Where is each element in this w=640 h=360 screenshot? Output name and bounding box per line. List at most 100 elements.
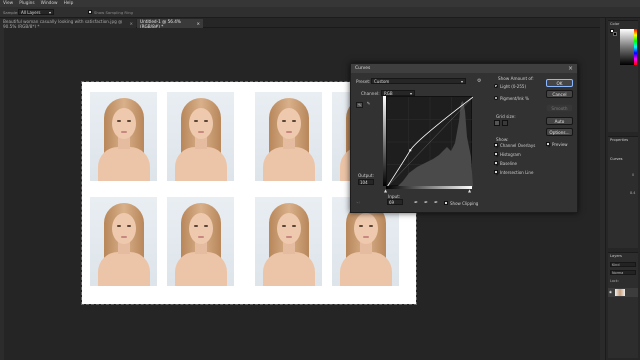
output-label: Output: [358,173,374,178]
histogram-label: Histogram [500,151,521,157]
light-option-label: Light (0-255) [500,83,526,89]
property-stat: 0 [632,173,635,177]
document-tabs: Beautiful woman casually looking with sa… [0,18,604,29]
layer-thumbnail [615,289,625,296]
baseline-label: Baseline [500,160,517,166]
close-icon[interactable]: × [568,64,573,73]
light-option[interactable]: Light (0-255) [494,83,526,89]
property-stat: 8.4 [630,191,636,195]
channel-overlays-label: Channel Overlays [500,142,536,148]
portrait-photo [255,197,322,286]
cancel-button[interactable]: Cancel [546,90,573,98]
show-ring-label: Show Sampling Ring [94,10,133,15]
tab-layers[interactable]: Layers [608,253,638,259]
curves-graph[interactable] [386,96,474,188]
layer-kind-filter[interactable]: Kind [610,262,636,267]
histogram-checkbox[interactable] [494,152,498,156]
close-icon[interactable]: × [196,21,200,26]
tab-color[interactable]: Color [608,21,638,27]
grid-small-icon[interactable] [494,120,500,126]
menu-window[interactable]: Window [41,1,58,6]
ok-button[interactable]: OK [546,79,573,87]
auto-button[interactable]: Auto [546,117,573,125]
intersection-line-label: Intersection Line [500,169,534,175]
tab-label: Untitled-1 @ 56.4% (RGB/8#) * [140,18,181,29]
black-eyedropper-icon[interactable]: ✒ [414,200,418,206]
portrait-photo [167,197,234,286]
white-eyedropper-icon[interactable]: ✒ [434,200,438,206]
preview-checkbox[interactable] [546,142,550,146]
curve-control-point [409,149,412,152]
curves-property-label: Curves [610,157,623,161]
menu-bar: View Plugins Window Help [0,0,640,7]
on-image-adjust-icon[interactable]: ☜ [356,201,364,207]
sample-label: Sample: [3,10,19,15]
preview-label: Preview [552,141,568,147]
curves-dialog: Curves × Preset: Custom ▾ ⚙ Channel: RGB ▾… [350,63,578,213]
input-gradient-bar [386,186,472,189]
portrait-photo [255,92,322,181]
show-amount-label: Show Amount of: [498,76,534,81]
layers-panel: Layers Kind Norma Lock: ◉ [608,252,638,358]
show-option-baseline[interactable]: Baseline [494,160,517,166]
baseline-checkbox[interactable] [494,161,498,165]
channel-label: Channel: [361,91,380,96]
tab-properties[interactable]: Properties [608,137,638,143]
close-icon[interactable]: × [129,21,133,26]
chevron-down-icon: ▾ [409,90,412,96]
show-option-channel-overlays[interactable]: Channel Overlays [494,142,535,148]
tab-untitled-1[interactable]: Untitled-1 @ 56.4% (RGB/8#) * × [137,18,203,29]
dialog-title: Curves [355,66,371,71]
chevron-down-icon: ▾ [48,9,51,15]
show-clipping-checkbox[interactable] [444,201,448,205]
right-panel-dock: Color Properties Curves 0 8.4 Layers Kin… [600,18,640,360]
options-bar: Sample: All Layers ▾ Show Sampling Ring [0,7,640,18]
channel-overlays-checkbox[interactable] [494,143,498,147]
color-panel: Color [608,20,638,132]
options-button[interactable]: Options... [546,128,573,136]
eye-icon[interactable]: ◉ [609,290,613,294]
portrait-photo [90,92,157,181]
portrait-photo [167,92,234,181]
show-clipping-label: Show Clipping [450,200,479,206]
hue-slider[interactable] [634,29,637,65]
menu-plugins[interactable]: Plugins [19,1,34,6]
grid-large-icon[interactable] [502,120,508,126]
menu-view[interactable]: View [3,1,13,6]
grid-size-label: Grid size: [496,114,516,119]
white-point-slider[interactable]: ▲ [468,188,471,193]
pigment-radio[interactable] [494,96,498,100]
sample-value: All Layers [21,9,41,15]
blend-mode-dropdown[interactable]: Norma [610,270,636,275]
intersection-line-checkbox[interactable] [494,170,498,174]
curve-point-tool-icon[interactable]: ∿ [356,102,363,108]
background-swatch[interactable] [613,32,617,36]
menu-help[interactable]: Help [64,1,74,6]
preview-option[interactable]: Preview [546,141,568,147]
show-option-intersection-line[interactable]: Intersection Line [494,169,533,175]
sample-dropdown[interactable]: All Layers ▾ [18,9,54,15]
portrait-photo [90,197,157,286]
channel-value: RGB [384,90,393,96]
preset-dropdown[interactable]: Custom ▾ [371,78,466,84]
output-gradient-bar [383,96,386,186]
panel-icon-strip [600,18,606,360]
pencil-icon[interactable]: ✎ [365,102,372,108]
input-value-field[interactable]: 69 [387,199,403,205]
preset-label: Preset: [356,79,371,84]
gear-icon[interactable]: ⚙ [477,78,481,84]
show-option-histogram[interactable]: Histogram [494,151,521,157]
light-radio[interactable] [494,84,498,88]
gray-eyedropper-icon[interactable]: ✒ [424,200,428,206]
pigment-option[interactable]: Pigment/Ink % [494,95,529,101]
chevron-down-icon: ▾ [460,78,463,84]
show-ring-checkbox[interactable] [88,10,92,14]
smooth-button[interactable]: Smooth [546,104,573,112]
black-point-slider[interactable]: ▲ [384,188,387,193]
tab-beautiful-woman[interactable]: Beautiful woman casually looking with sa… [0,18,136,29]
tab-label: Beautiful woman casually looking with sa… [3,18,123,29]
dialog-titlebar[interactable]: Curves [351,64,577,73]
layer-row[interactable]: ◉ [608,288,638,297]
output-input[interactable]: 104 [358,179,374,185]
show-clipping-option[interactable]: Show Clipping [444,200,478,206]
